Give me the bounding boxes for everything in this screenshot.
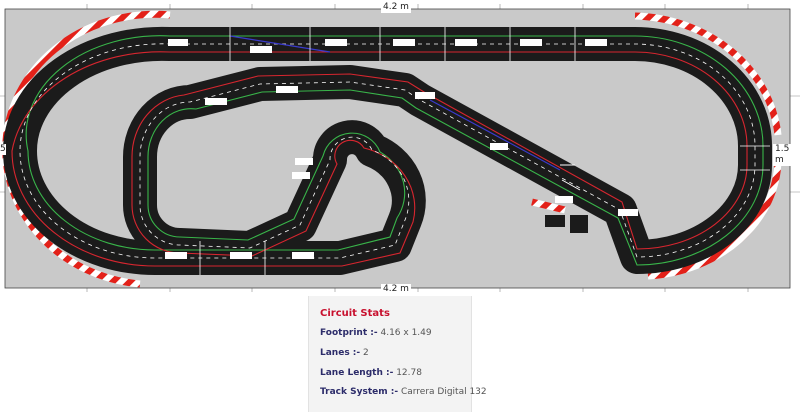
stat-row-footprint: Footprint :- 4.16 x 1.49 [320,328,432,338]
circuit-stats-title: Circuit Stats [320,308,390,319]
track-diagram [0,4,800,292]
stat-value: Carrera Digital 132 [400,387,487,397]
stat-label: Lanes :- [320,348,361,358]
width-dimension-bottom: 4.2 m [381,284,411,295]
stat-row-track-system: Track System :- Carrera Digital 132 [320,387,487,397]
stat-value: 12.78 [396,368,422,378]
height-dimension-right: 1.5 m [773,144,800,166]
stat-row-lane-length: Lane Length :- 12.78 [320,368,422,378]
circuit-stats-panel: Circuit Stats Footprint :- 4.16 x 1.49 L… [308,296,487,412]
track-layout-plan: 4.2 m 4.2 m 1.5 m 5 [0,0,800,296]
stat-value: 2 [363,348,369,358]
stat-value: 4.16 x 1.49 [380,328,432,338]
height-dimension-left: 5 [0,144,6,155]
width-dimension-top: 4.2 m [381,2,411,13]
stat-label: Footprint :- [320,328,378,338]
stat-row-lanes: Lanes :- 2 [320,348,369,358]
stat-label: Track System :- [320,387,399,397]
stat-label: Lane Length :- [320,368,394,378]
